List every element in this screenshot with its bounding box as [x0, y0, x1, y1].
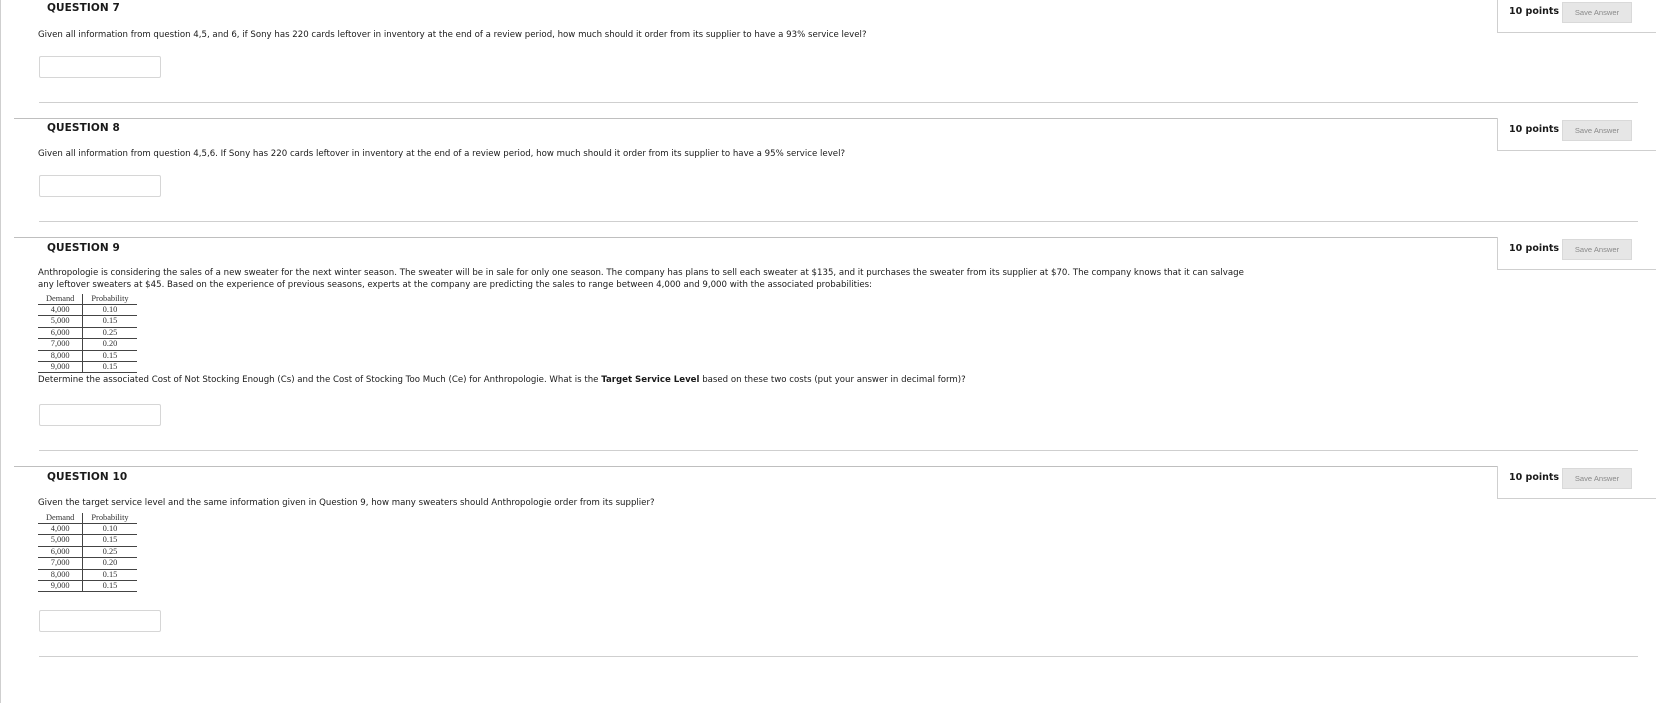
- probability-cell: 0.20: [82, 557, 137, 570]
- page-left-border: [0, 0, 1, 703]
- points-label: 10 points: [1509, 243, 1560, 254]
- probability-cell: 0.25: [82, 327, 137, 340]
- table-row: 4,000 0.10: [38, 304, 137, 317]
- demand-cell: 7,000: [38, 338, 84, 351]
- demand-cell: 6,000: [38, 546, 84, 559]
- table-header-probability: Probability: [82, 513, 137, 524]
- probability-cell: 0.10: [82, 523, 137, 536]
- question-text: Given the target service level and the s…: [38, 498, 655, 508]
- points-panel: 10 points Save Answer: [1497, 466, 1656, 499]
- probability-cell: 0.15: [82, 315, 137, 328]
- question-border: [14, 237, 1656, 238]
- question-7: QUESTION 7 Given all information from qu…: [14, 0, 1656, 118]
- table-row: 8,000 0.15: [38, 350, 137, 363]
- demand-cell: 9,000: [38, 580, 84, 593]
- question-prompt: Determine the associated Cost of Not Sto…: [38, 375, 966, 387]
- table-row: 5,000 0.15: [38, 534, 137, 547]
- probability-cell: 0.10: [82, 304, 137, 317]
- demand-cell: 8,000: [38, 569, 84, 582]
- question-9: QUESTION 9 Anthropologie is considering …: [14, 237, 1656, 466]
- question-title: QUESTION 9: [47, 242, 120, 254]
- table-row: 7,000 0.20: [38, 338, 137, 351]
- save-answer-button[interactable]: Save Answer: [1562, 468, 1632, 489]
- question-text: Anthropologie is considering the sales o…: [38, 268, 1278, 291]
- question-divider: [39, 221, 1638, 222]
- prompt-text: based on these two costs (put your answe…: [699, 375, 966, 385]
- question-intro-line-2: any leftover sweaters at $45. Based on t…: [38, 279, 873, 290]
- answer-input[interactable]: [39, 175, 161, 197]
- probability-cell: 0.25: [82, 546, 137, 559]
- table-row: 9,000 0.15: [38, 361, 137, 374]
- demand-cell: 5,000: [38, 534, 84, 547]
- question-divider: [39, 102, 1638, 103]
- table-header-probability: Probability: [82, 294, 137, 305]
- demand-cell: 6,000: [38, 327, 84, 340]
- answer-input[interactable]: [39, 56, 161, 78]
- save-answer-button[interactable]: Save Answer: [1562, 120, 1632, 141]
- table-row: 6,000 0.25: [38, 546, 137, 559]
- prompt-text: Determine the associated Cost of Not Sto…: [38, 375, 602, 385]
- save-answer-button[interactable]: Save Answer: [1562, 239, 1632, 260]
- question-10: QUESTION 10 Given the target service lev…: [14, 466, 1656, 703]
- save-answer-button[interactable]: Save Answer: [1562, 2, 1632, 23]
- question-title: QUESTION 7: [47, 2, 120, 14]
- demand-cell: 4,000: [38, 523, 84, 536]
- question-text: Given all information from question 4,5,…: [38, 149, 846, 159]
- question-text: Given all information from question 4,5,…: [38, 30, 867, 40]
- probability-cell: 0.15: [82, 569, 137, 582]
- question-divider: [39, 656, 1638, 657]
- probability-cell: 0.15: [82, 580, 137, 593]
- table-row: 4,000 0.10: [38, 523, 137, 536]
- answer-input[interactable]: [39, 610, 161, 632]
- table-header-demand: Demand: [38, 513, 84, 524]
- demand-cell: 8,000: [38, 350, 84, 363]
- probability-cell: 0.15: [82, 534, 137, 547]
- question-divider: [39, 450, 1638, 451]
- points-panel: 10 points Save Answer: [1497, 0, 1656, 33]
- answer-input[interactable]: [39, 404, 161, 426]
- probability-cell: 0.15: [82, 361, 137, 374]
- demand-cell: 4,000: [38, 304, 84, 317]
- prompt-bold-text: Target Service Level: [601, 375, 700, 385]
- table-row: 6,000 0.25: [38, 327, 137, 340]
- demand-cell: 5,000: [38, 315, 84, 328]
- points-label: 10 points: [1509, 472, 1560, 483]
- points-label: 10 points: [1509, 6, 1560, 17]
- points-panel: 10 points Save Answer: [1497, 237, 1656, 270]
- question-8: QUESTION 8 Given all information from qu…: [14, 118, 1656, 237]
- question-title: QUESTION 8: [47, 122, 120, 134]
- question-border: [14, 118, 1656, 119]
- demand-probability-table: Demand Probability 4,000 0.10 5,000 0.15 6…: [38, 513, 137, 593]
- table-row: 5,000 0.15: [38, 315, 137, 328]
- table-row: 8,000 0.15: [38, 569, 137, 582]
- question-intro-line-1: Anthropologie is considering the sales o…: [38, 268, 1244, 278]
- probability-cell: 0.15: [82, 350, 137, 363]
- demand-probability-table: Demand Probability 4,000 0.10 5,000 0.15 6…: [38, 294, 137, 374]
- table-header-demand: Demand: [38, 294, 84, 305]
- demand-cell: 7,000: [38, 557, 84, 570]
- probability-cell: 0.20: [82, 338, 137, 351]
- points-label: 10 points: [1509, 124, 1560, 135]
- demand-cell: 9,000: [38, 361, 84, 374]
- question-title: QUESTION 10: [47, 471, 128, 483]
- table-row: 7,000 0.20: [38, 557, 137, 570]
- question-border: [14, 466, 1656, 467]
- table-row: 9,000 0.15: [38, 580, 137, 593]
- points-panel: 10 points Save Answer: [1497, 118, 1656, 151]
